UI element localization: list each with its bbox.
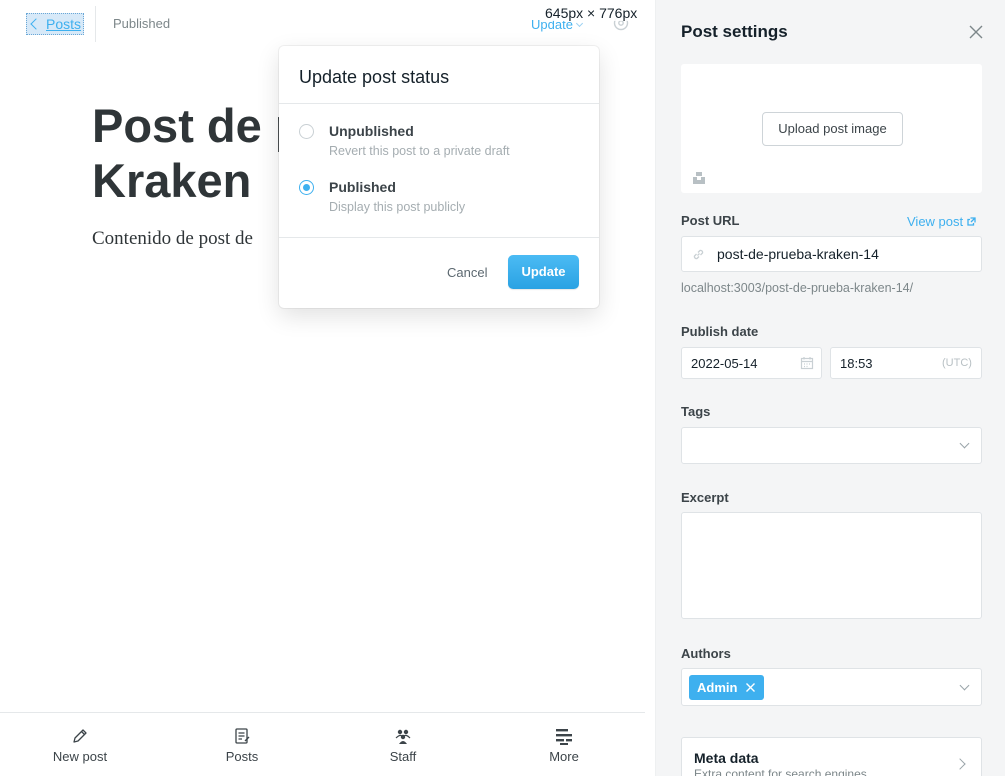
cancel-button[interactable]: Cancel — [447, 256, 487, 289]
option-published[interactable]: Published Display this post publicly — [299, 178, 599, 234]
external-link-icon — [967, 217, 976, 226]
post-url-hint: localhost:3003/post-de-prueba-kraken-14/ — [681, 281, 914, 295]
tags-label: Tags — [681, 404, 711, 419]
status-options: Unpublished Revert this post to a privat… — [279, 104, 599, 238]
bottom-navigation: New post Posts Staff More — [0, 712, 645, 776]
post-url-value: post-de-prueba-kraken-14 — [717, 246, 879, 262]
option-description: Display this post publicly — [329, 200, 466, 214]
excerpt-label: Excerpt — [681, 490, 729, 505]
editor-header: Posts Published Update 645px × 776px — [0, 0, 655, 48]
nav-label: More — [549, 749, 579, 764]
post-body[interactable]: Contenido de post de — [92, 228, 253, 250]
dimension-overlay: 645px × 776px — [545, 5, 638, 21]
option-description: Revert this post to a private draft — [329, 144, 510, 158]
unsplash-icon[interactable] — [692, 171, 706, 185]
tags-input[interactable] — [681, 427, 982, 464]
chevron-right-icon — [954, 758, 966, 770]
meta-data-subtitle: Extra content for search engines — [694, 767, 867, 776]
post-status-label: Published — [113, 16, 171, 31]
radio-unpublished[interactable] — [299, 124, 314, 139]
nav-item-new-post[interactable]: New post — [40, 727, 120, 764]
post-image-area: Upload post image — [681, 64, 982, 193]
option-label: Unpublished — [329, 123, 414, 139]
authors-label: Authors — [681, 646, 731, 661]
nav-item-staff[interactable]: Staff — [363, 727, 443, 764]
nav-item-posts[interactable]: Posts — [202, 727, 282, 764]
publish-date-input[interactable]: 2022-05-14 — [681, 347, 822, 379]
panel-title: Post settings — [681, 22, 788, 41]
calendar-icon[interactable] — [800, 356, 814, 370]
nav-label: Staff — [389, 749, 417, 764]
view-post-link[interactable]: View post — [907, 214, 976, 229]
option-label: Published — [329, 179, 396, 195]
publish-time-input[interactable]: 18:53 (UTC) — [830, 347, 982, 379]
link-icon — [693, 249, 704, 260]
author-chip: Admin — [689, 675, 765, 700]
editor-pane: Posts Published Update 645px × 776px Pos… — [0, 0, 655, 776]
close-icon[interactable] — [969, 25, 983, 39]
publish-date-value: 2022-05-14 — [691, 356, 758, 371]
publish-date-label: Publish date — [681, 324, 759, 339]
chevron-down-icon — [959, 438, 970, 449]
meta-data-title: Meta data — [694, 750, 759, 766]
update-status-popup: Update post status Unpublished Revert th… — [279, 46, 599, 308]
nav-label: Posts — [225, 749, 259, 764]
post-url-label: Post URL — [681, 213, 740, 228]
popup-actions: Cancel Update — [279, 238, 599, 308]
posts-icon — [235, 728, 250, 744]
staff-icon — [395, 729, 411, 744]
chevron-down-icon — [959, 680, 970, 691]
publish-time-value: 18:53 — [840, 356, 873, 371]
chevron-left-icon — [30, 18, 42, 30]
radio-published[interactable] — [299, 180, 314, 195]
view-post-label: View post — [907, 214, 964, 229]
header-divider — [95, 6, 96, 42]
remove-author-icon[interactable] — [745, 682, 756, 693]
option-unpublished[interactable]: Unpublished Revert this post to a privat… — [299, 122, 599, 178]
popup-header: Update post status — [279, 46, 599, 104]
nav-label: New post — [52, 749, 108, 764]
update-button[interactable]: Update — [508, 255, 579, 289]
more-icon — [556, 729, 572, 745]
meta-data-row[interactable]: Meta data Extra content for search engin… — [681, 737, 982, 776]
excerpt-textarea[interactable] — [681, 512, 982, 619]
upload-post-image-button[interactable]: Upload post image — [762, 112, 903, 146]
nav-item-more[interactable]: More — [524, 727, 604, 764]
back-to-posts-link[interactable]: Posts — [26, 13, 85, 35]
authors-input[interactable]: Admin — [681, 668, 982, 706]
popup-title: Update post status — [299, 67, 450, 87]
author-chip-label: Admin — [697, 680, 738, 695]
post-url-input[interactable]: post-de-prueba-kraken-14 — [681, 236, 982, 272]
post-settings-panel: Post settings Upload post image Post URL… — [655, 0, 1005, 776]
back-link-label: Posts — [46, 16, 82, 32]
pencil-icon — [73, 729, 87, 743]
timezone-label: (UTC) — [942, 357, 972, 369]
